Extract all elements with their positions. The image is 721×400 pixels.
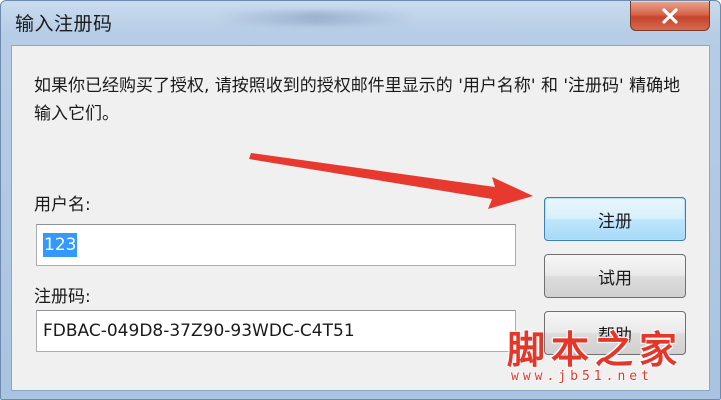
dialog-window: 输入注册码 如果你已经购买了授权, 请按照收到的授权邮件里显示的 '用户名称' … <box>0 0 721 400</box>
watermark: 脚本之家 www.jb51.net <box>501 319 711 391</box>
watermark-url: www.jb51.net <box>511 369 653 384</box>
watermark-text: 脚本之家 <box>507 327 684 372</box>
